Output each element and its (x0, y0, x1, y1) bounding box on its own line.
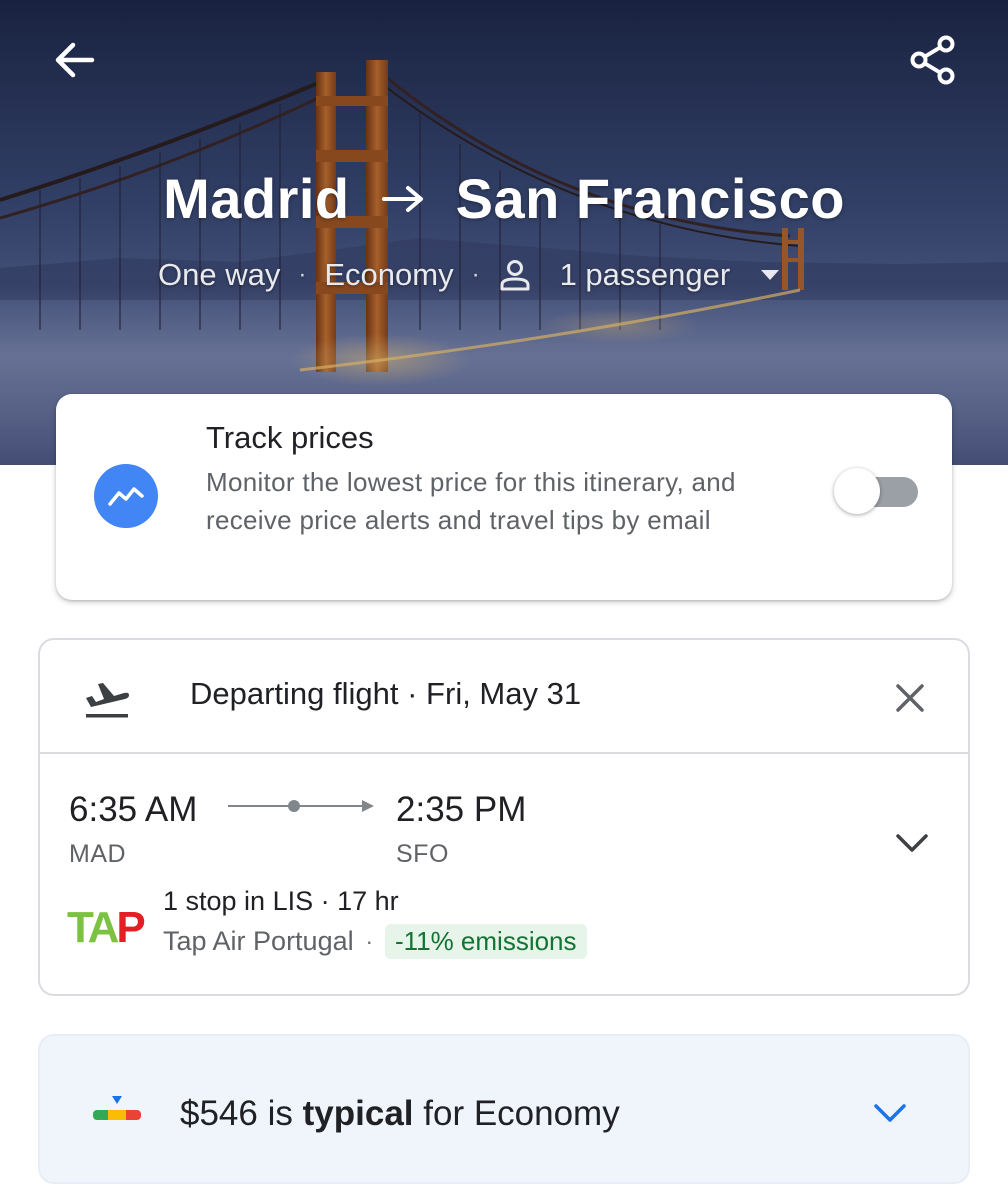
departing-flight-title: Departing flight · Fri, May 31 (190, 676, 582, 711)
close-icon (896, 684, 924, 712)
emissions-badge: -11% emissions (384, 924, 587, 959)
track-prices-toggle[interactable] (834, 466, 920, 516)
flight-timeline (228, 800, 374, 812)
route-title: Madrid San Francisco (0, 166, 1008, 231)
price-insight-card[interactable]: $546 is typical for Economy (38, 1034, 970, 1184)
close-button[interactable] (888, 676, 932, 720)
arrival-airport: SFO (396, 840, 449, 868)
price-gauge-icon (93, 1096, 141, 1120)
departure-plane-icon (86, 683, 129, 718)
price-insight-expand[interactable] (870, 1098, 910, 1128)
toggle-knob (834, 468, 880, 514)
price-level: typical (302, 1094, 414, 1133)
destination-city: San Francisco (455, 167, 845, 230)
chevron-down-icon (874, 1104, 906, 1122)
back-button[interactable] (45, 30, 105, 90)
trip-options: One way · Economy · 1 passenger (158, 257, 780, 293)
share-button[interactable] (903, 30, 963, 90)
person-icon (500, 260, 530, 291)
passenger-count: 1 passenger (559, 257, 731, 292)
separator-dot: · (471, 261, 480, 288)
airline-info-row: Tap Air Portugal · -11% emissions (163, 924, 587, 959)
separator-dot: · (365, 928, 373, 954)
arrival-time: 2:35 PM (396, 790, 527, 829)
chevron-down-icon (896, 834, 928, 852)
cabin-class[interactable]: Economy (324, 257, 453, 293)
departure-airport: MAD (69, 840, 127, 868)
back-arrow-icon (55, 42, 95, 78)
departing-flight-card: Departing flight · Fri, May 31 6:35 AM 2… (38, 638, 970, 996)
separator-dot: · (298, 261, 307, 288)
airline-name: Tap Air Portugal (163, 926, 354, 956)
share-icon (910, 35, 955, 85)
flight-card-header: Departing flight · Fri, May 31 (40, 640, 968, 754)
track-prices-card: Track prices Monitor the lowest price fo… (56, 394, 952, 600)
route-arrow-icon (381, 185, 423, 212)
stops-duration: 1 stop in LIS · 17 hr (163, 886, 399, 916)
dropdown-caret-icon (761, 270, 780, 280)
departure-time: 6:35 AM (69, 790, 198, 829)
origin-city: Madrid (163, 167, 350, 230)
price-is-label: is (267, 1094, 293, 1133)
trip-type[interactable]: One way (158, 257, 280, 293)
price-insight-text: $546 is typical for Economy (180, 1094, 620, 1134)
track-prices-description: Monitor the lowest price for this itiner… (206, 467, 736, 535)
track-prices-icon (94, 464, 158, 528)
price-cabin-suffix: for Economy (423, 1094, 620, 1133)
expand-flight-button[interactable] (890, 826, 934, 860)
typical-price: $546 (180, 1094, 258, 1133)
passenger-selector[interactable]: 1 passenger (498, 257, 781, 293)
track-prices-title: Track prices (206, 420, 374, 455)
tap-air-portugal-logo: TAP (67, 903, 145, 948)
trend-line-icon (108, 487, 144, 506)
